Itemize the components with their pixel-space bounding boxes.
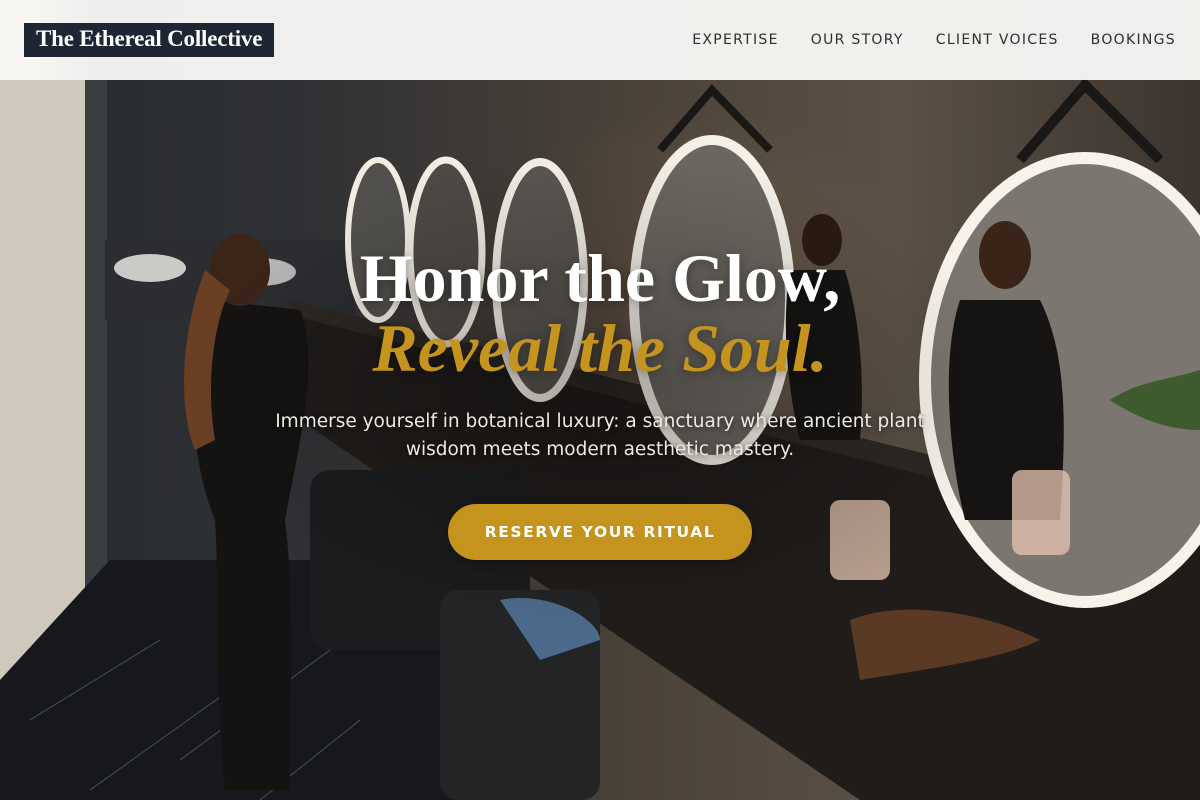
main-navigation: EXPERTISE OUR STORY CLIENT VOICES BOOKIN… bbox=[692, 32, 1176, 48]
nav-link-client-voices[interactable]: CLIENT VOICES bbox=[936, 32, 1059, 48]
nav-link-our-story[interactable]: OUR STORY bbox=[811, 32, 904, 48]
hero-subtitle: Immerse yourself in botanical luxury: a … bbox=[275, 411, 925, 460]
reserve-ritual-button[interactable]: RESERVE YOUR RITUAL bbox=[448, 504, 752, 560]
nav-link-expertise[interactable]: EXPERTISE bbox=[692, 32, 779, 48]
site-header: The Ethereal Collective EXPERTISE OUR ST… bbox=[0, 0, 1200, 80]
landing-page: The Ethereal Collective EXPERTISE OUR ST… bbox=[0, 0, 1200, 800]
hero-section: Honor the Glow, Reveal the Soul. Immerse… bbox=[0, 0, 1200, 800]
hero-headline-line-2: Reveal the Soul. bbox=[372, 310, 828, 386]
brand-logo[interactable]: The Ethereal Collective bbox=[24, 23, 275, 57]
nav-link-bookings[interactable]: BOOKINGS bbox=[1091, 32, 1176, 48]
hero-headline-line-1: Honor the Glow, bbox=[359, 240, 841, 316]
